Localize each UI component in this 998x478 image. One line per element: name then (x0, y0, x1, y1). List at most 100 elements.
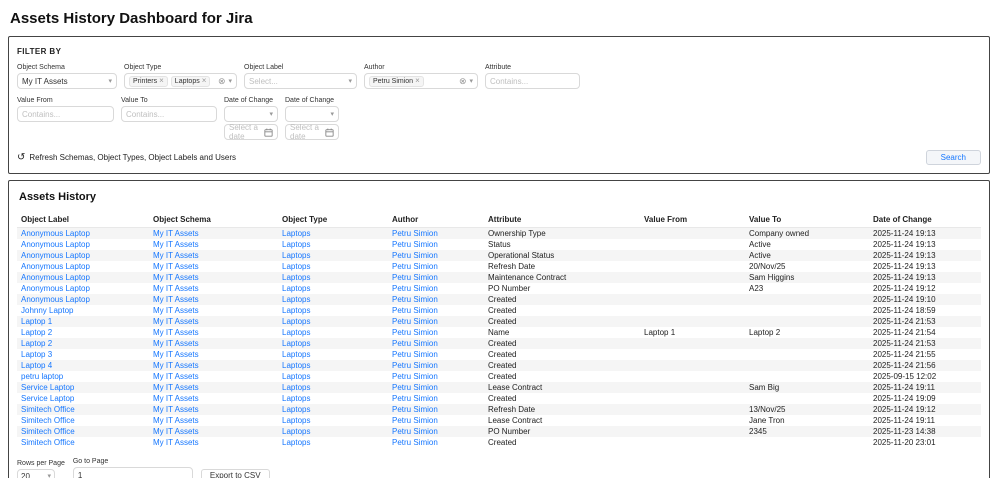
object-type-multiselect[interactable]: Printers × Laptops × ⊗ ▾ (124, 73, 237, 89)
cell-link[interactable]: My IT Assets (153, 295, 199, 304)
cell-link[interactable]: Petru Simion (392, 361, 438, 370)
cell-link[interactable]: Petru Simion (392, 317, 438, 326)
cell-link[interactable]: Laptops (282, 405, 310, 414)
attribute-input[interactable] (485, 73, 580, 89)
cell-link[interactable]: Laptops (282, 251, 310, 260)
cell-link[interactable]: My IT Assets (153, 328, 199, 337)
cell-link[interactable]: Anonymous Laptop (21, 229, 90, 238)
cell-link[interactable]: Laptops (282, 306, 310, 315)
cell-link[interactable]: Petru Simion (392, 405, 438, 414)
cell-link[interactable]: My IT Assets (153, 240, 199, 249)
cell-link[interactable]: My IT Assets (153, 306, 199, 315)
cell-link[interactable]: Laptops (282, 361, 310, 370)
value-to-input[interactable] (121, 106, 217, 122)
cell-link[interactable]: My IT Assets (153, 262, 199, 271)
cell-link[interactable]: Laptops (282, 339, 310, 348)
cell-link[interactable]: Laptop 2 (21, 328, 52, 337)
cell-link[interactable]: Laptop 3 (21, 350, 52, 359)
cell-link[interactable]: Service Laptop (21, 383, 74, 392)
refresh-link[interactable]: ↺ Refresh Schemas, Object Types, Object … (17, 153, 236, 163)
cell-link[interactable]: Petru Simion (392, 427, 438, 436)
cell-link[interactable]: Laptops (282, 416, 310, 425)
cell-link[interactable]: Petru Simion (392, 350, 438, 359)
object-schema-select[interactable]: My IT Assets ▾ (17, 73, 117, 89)
cell-link[interactable]: Laptops (282, 229, 310, 238)
date-from-operator-select[interactable]: ▾ (224, 106, 278, 122)
cell-link[interactable]: Petru Simion (392, 295, 438, 304)
cell-link[interactable]: My IT Assets (153, 438, 199, 447)
cell-link[interactable]: Service Laptop (21, 394, 74, 403)
cell-link[interactable]: Petru Simion (392, 416, 438, 425)
value-from-input[interactable] (17, 106, 114, 122)
cell-link[interactable]: Laptops (282, 240, 310, 249)
object-label-select[interactable]: Select... ▾ (244, 73, 357, 89)
cell-link[interactable]: My IT Assets (153, 229, 199, 238)
tag-close-icon[interactable]: × (159, 77, 164, 85)
cell-link[interactable]: Petru Simion (392, 262, 438, 271)
cell-link[interactable]: Anonymous Laptop (21, 273, 90, 282)
cell-link[interactable]: Laptops (282, 317, 310, 326)
cell-link[interactable]: My IT Assets (153, 361, 199, 370)
cell-link[interactable]: Laptop 1 (21, 317, 52, 326)
cell-link[interactable]: Petru Simion (392, 328, 438, 337)
export-csv-button[interactable]: Export to CSV (201, 469, 270, 478)
cell-link[interactable]: Laptops (282, 427, 310, 436)
go-to-page-input[interactable] (73, 467, 193, 478)
cell-link[interactable]: My IT Assets (153, 394, 199, 403)
cell-link[interactable]: My IT Assets (153, 350, 199, 359)
cell-link[interactable]: My IT Assets (153, 273, 199, 282)
cell-link[interactable]: Laptops (282, 350, 310, 359)
cell-link[interactable]: Petru Simion (392, 372, 438, 381)
cell-link[interactable]: Laptops (282, 438, 310, 447)
cell-link[interactable]: Petru Simion (392, 273, 438, 282)
clear-all-icon[interactable]: ⊗ (218, 77, 226, 86)
cell-link[interactable]: Anonymous Laptop (21, 240, 90, 249)
tag-close-icon[interactable]: × (202, 77, 207, 85)
cell-link[interactable]: Anonymous Laptop (21, 251, 90, 260)
cell-link[interactable]: My IT Assets (153, 416, 199, 425)
cell-link[interactable]: Simitech Office (21, 405, 75, 414)
cell-link[interactable]: petru laptop (21, 372, 63, 381)
cell-link[interactable]: Laptops (282, 383, 310, 392)
cell-link[interactable]: Laptops (282, 262, 310, 271)
clear-all-icon[interactable]: ⊗ (459, 77, 467, 86)
cell-link[interactable]: Simitech Office (21, 427, 75, 436)
cell-link[interactable]: Petru Simion (392, 284, 438, 293)
tag-close-icon[interactable]: × (415, 77, 420, 85)
cell-link[interactable]: Laptop 4 (21, 361, 52, 370)
cell-link[interactable]: Anonymous Laptop (21, 262, 90, 271)
cell-link[interactable]: Johnny Laptop (21, 306, 74, 315)
cell-link[interactable]: My IT Assets (153, 427, 199, 436)
cell-link[interactable]: Laptops (282, 372, 310, 381)
cell-link[interactable]: Laptops (282, 394, 310, 403)
cell-link[interactable]: Petru Simion (392, 438, 438, 447)
cell-link[interactable]: Laptops (282, 295, 310, 304)
author-multiselect[interactable]: Petru Simion × ⊗ ▾ (364, 73, 478, 89)
cell-link[interactable]: Petru Simion (392, 383, 438, 392)
cell-link[interactable]: Laptops (282, 284, 310, 293)
cell-link[interactable]: My IT Assets (153, 284, 199, 293)
cell-link[interactable]: Petru Simion (392, 229, 438, 238)
cell-link[interactable]: Anonymous Laptop (21, 284, 90, 293)
cell-link[interactable]: My IT Assets (153, 317, 199, 326)
cell-link[interactable]: My IT Assets (153, 372, 199, 381)
cell-link[interactable]: Laptops (282, 328, 310, 337)
rows-per-page-select[interactable]: 20 ▾ (17, 469, 55, 478)
cell-link[interactable]: Simitech Office (21, 438, 75, 447)
cell-link[interactable]: Petru Simion (392, 394, 438, 403)
cell-link[interactable]: My IT Assets (153, 251, 199, 260)
cell-link[interactable]: Petru Simion (392, 240, 438, 249)
cell-link[interactable]: Laptop 2 (21, 339, 52, 348)
cell-link[interactable]: Petru Simion (392, 306, 438, 315)
cell-link[interactable]: Simitech Office (21, 416, 75, 425)
cell-link[interactable]: My IT Assets (153, 339, 199, 348)
cell-link[interactable]: My IT Assets (153, 383, 199, 392)
cell-link[interactable]: Petru Simion (392, 251, 438, 260)
cell-link[interactable]: Laptops (282, 273, 310, 282)
cell-link[interactable]: Anonymous Laptop (21, 295, 90, 304)
date-from-picker[interactable]: Select a date (224, 124, 278, 140)
date-to-picker[interactable]: Select a date (285, 124, 339, 140)
search-button[interactable]: Search (926, 150, 981, 165)
cell-link[interactable]: My IT Assets (153, 405, 199, 414)
date-to-operator-select[interactable]: ▾ (285, 106, 339, 122)
